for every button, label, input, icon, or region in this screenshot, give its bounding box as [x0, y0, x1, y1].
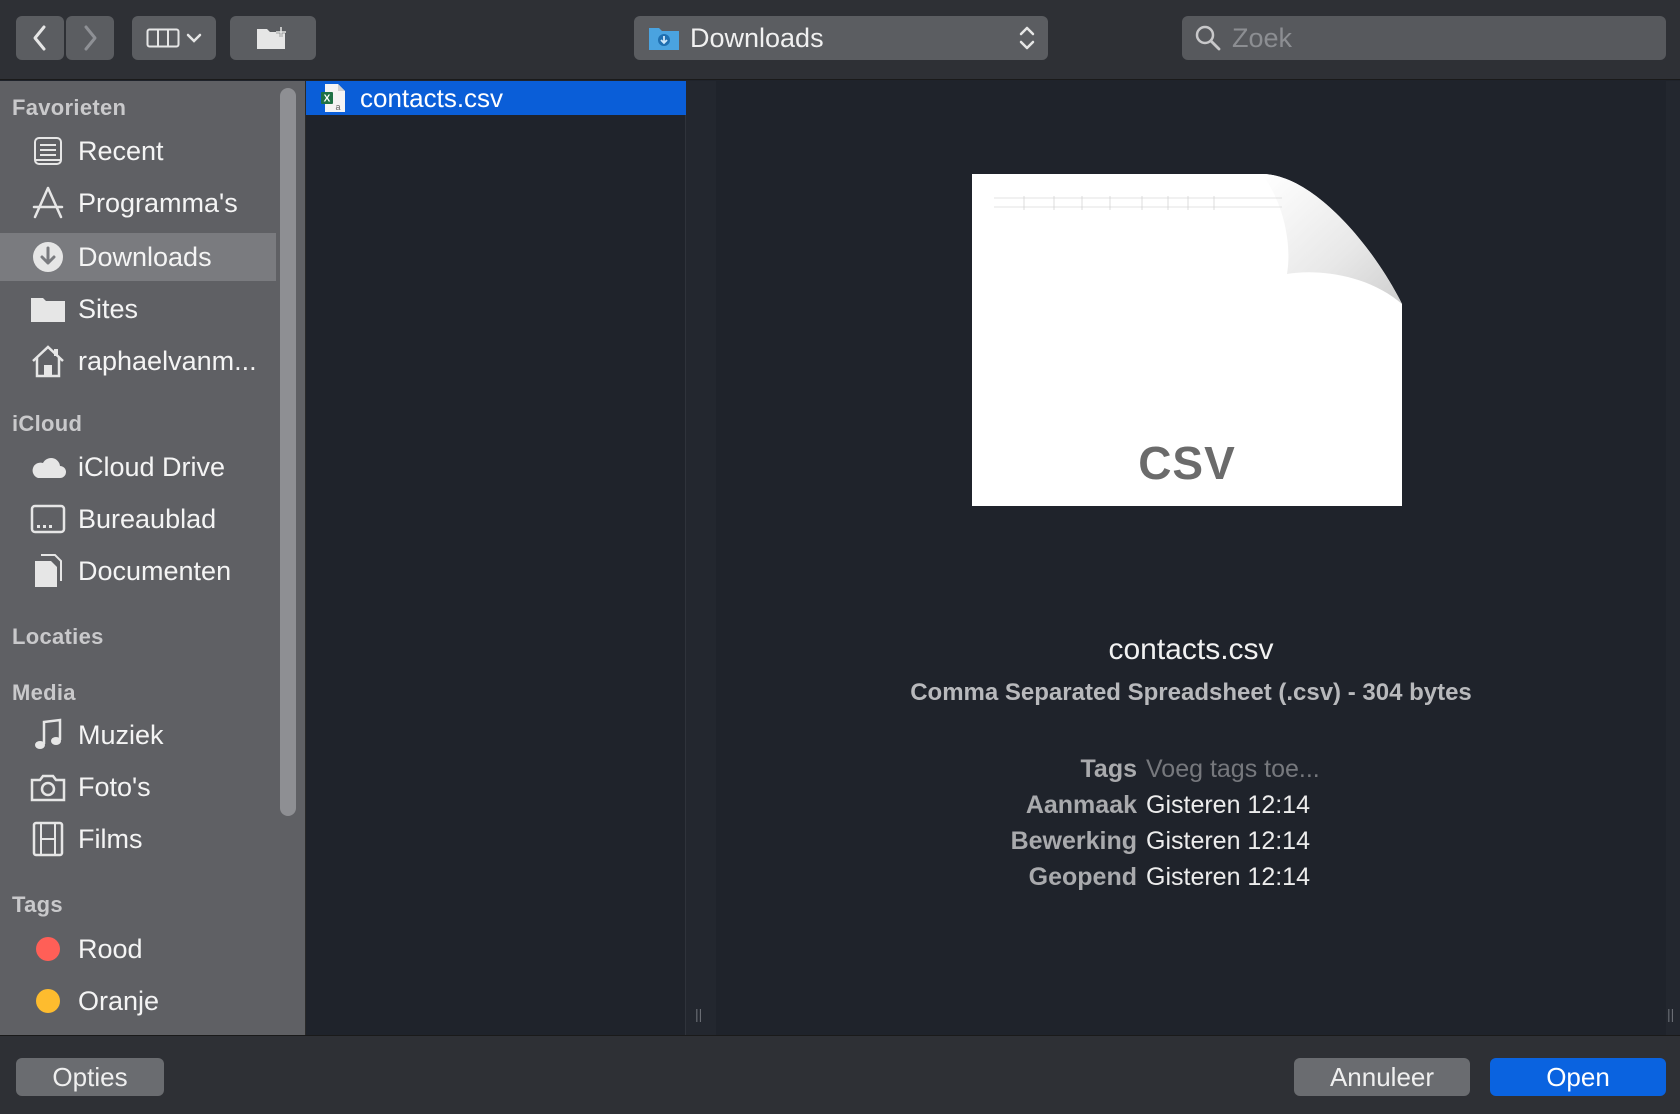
sidebar-item-label: Sites	[78, 293, 139, 324]
sidebar-item-label: iCloud Drive	[78, 451, 226, 482]
sidebar-item-label: Muziek	[78, 719, 164, 750]
sidebar-item-tag-orange[interactable]: Oranje	[0, 977, 276, 1025]
preview-resize-gutter[interactable]: ||	[1666, 81, 1680, 1035]
open-button[interactable]: Open	[1490, 1058, 1666, 1096]
sidebar-heading-icloud: iCloud	[12, 411, 83, 436]
red-tag-icon	[28, 929, 68, 969]
sidebar-item-music[interactable]: Muziek	[0, 711, 276, 759]
bottom-bar: Opties Annuleer Open	[0, 1035, 1680, 1114]
back-button[interactable]	[16, 16, 64, 60]
file-name: contacts.csv	[360, 82, 504, 113]
sidebar-item-desktop[interactable]: Bureaublad	[0, 495, 276, 543]
meta-key: Geopend	[1028, 863, 1137, 891]
desktop-icon	[28, 499, 68, 539]
column-view-icon	[146, 28, 180, 48]
orange-tag-icon	[28, 981, 68, 1021]
preview-file-name: contacts.csv	[1108, 633, 1274, 666]
sidebar-item-label: Rood	[78, 933, 143, 964]
search-input[interactable]	[1232, 22, 1652, 54]
sidebar-item-label: Films	[78, 823, 143, 854]
folder-icon	[28, 289, 68, 329]
sidebar-item-label: Programma's	[78, 187, 238, 218]
meta-key: Bewerking	[1010, 827, 1137, 855]
music-icon	[28, 715, 68, 755]
applications-icon	[28, 183, 68, 223]
search-icon	[1195, 25, 1221, 51]
csv-document-icon: CSV	[972, 174, 1402, 506]
resize-handle-icon: ||	[1667, 1006, 1675, 1022]
preview-file-kind: Comma Separated Spreadsheet (.csv) - 304…	[910, 679, 1472, 706]
recent-icon	[28, 131, 68, 171]
chevron-down-icon	[186, 33, 202, 43]
doc-type-label: CSV	[1138, 437, 1236, 489]
chevron-left-icon	[33, 25, 46, 51]
meta-value: Gisteren 12:14	[1146, 791, 1310, 819]
sidebar-item-home[interactable]: raphaelvanm...	[0, 337, 276, 385]
new-folder-icon	[257, 27, 286, 49]
sidebar-item-recent[interactable]: Recent	[0, 127, 276, 175]
column-resize-gutter[interactable]: ||	[686, 81, 716, 1035]
new-folder-button[interactable]	[230, 16, 316, 60]
chevron-right-icon	[84, 25, 97, 51]
sidebar-scrollbar[interactable]	[280, 88, 296, 816]
location-label: Downloads	[690, 22, 824, 53]
resize-handle-icon: ||	[695, 1006, 703, 1022]
file-row[interactable]: Xa contacts.csv	[306, 81, 686, 115]
toolbar: Downloads	[0, 0, 1680, 80]
downloads-icon	[28, 237, 68, 277]
tags-input[interactable]: Voeg tags toe...	[1146, 755, 1320, 784]
cancel-button[interactable]: Annuleer	[1294, 1058, 1470, 1096]
meta-value: Gisteren 12:14	[1146, 863, 1310, 891]
meta-key: Aanmaak	[1025, 791, 1137, 819]
sidebar-item-label: Recent	[78, 135, 164, 166]
sidebar-heading-tags: Tags	[12, 892, 63, 917]
sidebar-heading-media: Media	[12, 680, 76, 705]
meta-row-tags: Tags Voeg tags toe...	[716, 755, 1666, 789]
location-popup[interactable]: Downloads	[634, 16, 1048, 60]
sidebar-item-label: Foto's	[78, 771, 151, 802]
meta-row-opened: Geopend Gisteren 12:14	[716, 863, 1666, 897]
view-mode-button[interactable]	[132, 16, 216, 60]
sidebar-item-label: Bureaublad	[78, 503, 217, 534]
search-field[interactable]	[1182, 16, 1666, 60]
options-button[interactable]: Opties	[16, 1058, 164, 1096]
sidebar-item-applications[interactable]: Programma's	[0, 179, 276, 227]
meta-key: Tags	[1080, 755, 1138, 783]
sidebar-item-films[interactable]: Films	[0, 815, 276, 863]
preview-pane: CSV contacts.csv Comma Separated Spreads…	[716, 81, 1666, 1035]
sidebar-item-label: Oranje	[78, 985, 160, 1016]
sidebar-item-label: Documenten	[78, 555, 232, 586]
cloud-icon	[28, 447, 68, 487]
file-column: Xa contacts.csv	[306, 81, 686, 1035]
sidebar-heading-favorites: Favorieten	[12, 95, 127, 120]
excel-csv-icon: Xa	[321, 84, 345, 112]
sidebar-item-tag-red[interactable]: Rood	[0, 925, 276, 973]
sidebar-item-label: raphaelvanm...	[78, 345, 257, 376]
sidebar-item-sites[interactable]: Sites	[0, 285, 276, 333]
forward-button[interactable]	[66, 16, 114, 60]
sidebar: Favorieten Recent Programma's Downloads …	[0, 81, 276, 1035]
sidebar-item-label: Downloads	[78, 241, 212, 272]
film-icon	[28, 819, 68, 859]
sidebar-item-photos[interactable]: Foto's	[0, 763, 276, 811]
updown-chevron-icon	[1019, 26, 1035, 50]
documents-icon	[28, 551, 68, 591]
meta-value: Gisteren 12:14	[1146, 827, 1310, 855]
svg-text:a: a	[335, 102, 340, 112]
downloads-folder-icon	[649, 28, 679, 50]
svg-text:X: X	[324, 94, 331, 105]
sidebar-item-icloud-drive[interactable]: iCloud Drive	[0, 443, 276, 491]
home-icon	[28, 341, 68, 381]
sidebar-heading-locations: Locaties	[12, 624, 104, 649]
sidebar-item-downloads[interactable]: Downloads	[0, 233, 276, 281]
meta-row-created: Aanmaak Gisteren 12:14	[716, 791, 1666, 825]
meta-row-modified: Bewerking Gisteren 12:14	[716, 827, 1666, 861]
sidebar-item-documents[interactable]: Documenten	[0, 547, 276, 595]
camera-icon	[28, 767, 68, 807]
